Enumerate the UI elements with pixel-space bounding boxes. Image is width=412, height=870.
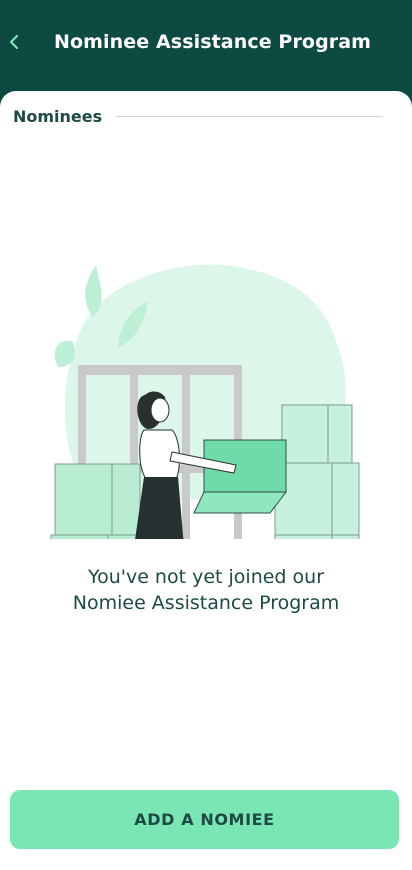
page-title: Nominee Assistance Program — [54, 31, 372, 53]
empty-state-illustration — [50, 264, 360, 539]
back-button[interactable] — [4, 28, 24, 56]
section-divider — [116, 115, 383, 117]
content-card: Nominees You've not yet joined our Nomie… — [0, 91, 412, 870]
empty-state-line-2: Nomiee Assistance Program — [72, 592, 340, 614]
section-label: Nominees — [13, 106, 103, 126]
add-nominee-button[interactable]: ADD A NOMIEE — [10, 790, 399, 849]
section-header: Nominees — [13, 103, 383, 129]
empty-state-line-1: You've not yet joined our — [87, 566, 324, 588]
empty-state-message: You've not yet joined our Nomiee Assista… — [0, 564, 412, 616]
app-header: Nominee Assistance Program — [0, 0, 412, 100]
chevron-left-icon — [9, 34, 19, 50]
